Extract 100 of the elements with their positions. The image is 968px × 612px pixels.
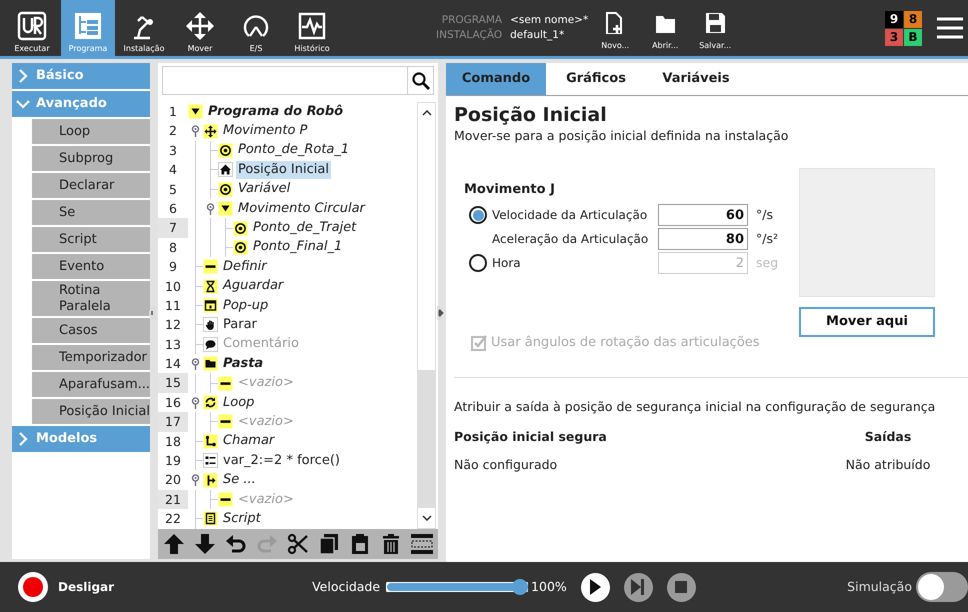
line-number: 6 [168,200,178,218]
scroll-down-icon [422,515,432,521]
file-button[interactable]: Abrir... [642,0,688,56]
tree-item[interactable]: Pasta [221,354,266,373]
line-number: 16 [164,394,182,412]
palette-item[interactable]: Casos [32,318,150,344]
power-label: Desligar [58,579,114,596]
number-field[interactable]: 80 [658,228,748,250]
palette-item[interactable]: Temporizador [32,345,150,370]
column-header: Posição inicial segura [454,428,608,446]
simulation-label: Simulação [847,578,912,596]
logo-icon [17,11,47,42]
line-number: 10 [164,278,182,296]
line-number: 7 [158,218,188,238]
palette-item[interactable]: Aparafusam... [32,372,150,398]
move-arrows-icon [185,11,215,42]
expander-icon[interactable] [191,358,200,370]
chevron-icon [16,432,30,446]
unit-label: °/s [756,206,773,224]
power-button[interactable] [18,572,48,602]
expander-icon[interactable] [191,474,200,486]
program-tree-icon [73,11,103,42]
table-cell-text: Não configurado [454,456,558,474]
chevron-icon [16,69,30,83]
tree-item[interactable]: Pop-up [221,296,270,315]
palette-item[interactable]: Subprog [32,146,150,171]
expander-icon[interactable] [191,396,200,409]
section-title: Movimento J [464,180,556,199]
nav-tab[interactable]: Histórico [285,0,339,56]
line-number: 2 [168,122,178,140]
line-number: 11 [164,296,182,315]
tree-item[interactable]: Ponto_de_Rota_1 [236,141,352,160]
line-number: 1 [168,103,178,121]
panel-tab[interactable]: Comando [446,63,546,95]
tree-item[interactable]: Loop [221,394,256,412]
file-button[interactable]: Novo... [592,0,638,56]
play-button[interactable] [580,572,610,602]
line-number: 13 [164,336,182,354]
palette-item[interactable]: Script [32,227,150,252]
nav-tab[interactable]: Instalação [117,0,171,56]
speed-slider[interactable] [386,579,528,595]
checkbox-label: Usar ângulos de rotação das articulações [491,334,760,352]
page-title: Posição Inicial [454,104,608,127]
menu-icon[interactable] [936,16,964,40]
nav-tab[interactable]: E/S [229,0,283,56]
status-code: 3 [885,28,903,46]
palette-item[interactable]: Rotina Paralela [32,281,150,316]
safety-description: Atribuir a saída à posição de segurança inicial na configuração de segurança [454,398,936,416]
tree-item[interactable]: Variável [236,180,292,198]
tree-item[interactable]: var_2:=2 * force() [221,452,342,470]
palette-item[interactable]: Loop [32,119,150,144]
splitter-handle-icon [437,306,444,320]
tree-item[interactable]: Movimento P [221,122,310,140]
tree-item[interactable]: Se ... [221,471,258,490]
line-number: 18 [164,432,182,451]
search-field[interactable] [162,66,434,95]
tree-item[interactable]: Movimento Circular [236,200,367,218]
tree-item[interactable]: Programa do Robô [206,102,346,121]
chart-window-icon [297,11,327,42]
simulation-toggle[interactable] [916,572,968,602]
unit-label: seg [756,254,778,272]
palette-item[interactable]: Posição Inicial [32,399,150,424]
line-number: 9 [168,258,178,276]
scroll-up-icon [422,110,432,116]
tree-item[interactable]: Script [221,510,263,528]
move-here-button[interactable]: Mover aqui [799,306,935,337]
radio-button[interactable] [469,206,487,224]
field-label: Aceleração da Articulação [492,231,650,248]
field-label: Velocidade da Articulação [492,207,648,224]
info-value: <sem nome>* [510,12,588,28]
search-icon [412,72,430,90]
expander-icon[interactable] [206,202,215,215]
file-button[interactable]: Salvar... [692,0,738,56]
expander-icon[interactable] [191,125,200,138]
tree-item[interactable]: Ponto_Final_1 [251,238,344,256]
line-number: 21 [158,490,188,510]
line-number: 5 [168,180,178,199]
palette-item[interactable]: Se [32,200,150,225]
palette-item[interactable]: Declarar [32,173,150,198]
number-field[interactable]: 60 [658,204,748,226]
tree-item[interactable]: Chamar [221,432,276,450]
line-number: 12 [164,316,182,334]
slider-thumb[interactable] [512,579,528,595]
line-number: 19 [164,452,182,470]
tree-item[interactable]: Aguardar [221,277,286,296]
unit-label: °/s² [756,230,778,248]
tree-item[interactable]: Definir [221,258,269,276]
line-number: 4 [168,161,178,180]
nav-tab[interactable]: Executar [5,0,59,56]
line-number: 14 [164,355,182,374]
info-label: INSTALAÇÃO [436,28,502,43]
line-number: 8 [168,238,178,257]
line-number: 15 [158,373,188,393]
status-code: B [904,28,922,46]
nav-tab[interactable]: Mover [173,0,227,56]
tree-item[interactable]: Posição Inicial [236,160,331,179]
palette-item[interactable]: Evento [32,254,150,279]
tree-item[interactable]: Ponto_de_Trajet [251,219,358,238]
line-number: 3 [168,142,178,160]
tree-item[interactable]: Parar [221,316,259,334]
